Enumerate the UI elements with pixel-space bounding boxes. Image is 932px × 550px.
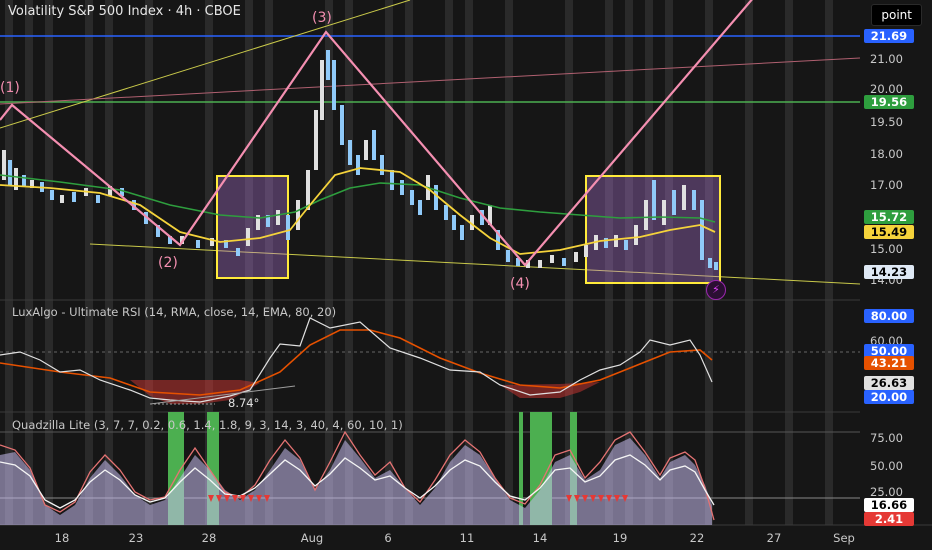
date-tick: 23 <box>128 531 144 545</box>
quad-red-badge: 2.41 <box>864 512 914 526</box>
ma-green-badge: 15.72 <box>864 210 914 224</box>
angle-label: 8.74° <box>228 396 260 410</box>
date-tick: 14 <box>532 531 548 545</box>
last-price-badge: 14.23 <box>864 265 914 279</box>
trendline-pink[interactable] <box>0 57 861 105</box>
rsi-indicator-title[interactable]: LuxAlgo - Ultimate RSI (14, RMA, close, … <box>12 305 336 319</box>
date-tick: Aug <box>300 531 324 545</box>
price-tick: 18.00 <box>870 147 903 161</box>
date-tick: 11 <box>459 531 475 545</box>
quad-tick: 75.00 <box>870 431 903 445</box>
highlight-box-left[interactable] <box>216 175 289 279</box>
wave-label-2: (2) <box>158 255 178 271</box>
date-tick: 27 <box>766 531 782 545</box>
wave-label-1: (1) <box>0 80 20 96</box>
lightning-icon[interactable]: ⚡ <box>706 280 726 300</box>
quadzilla-indicator-title[interactable]: Quadzilla Lite (3, 7, 7, 0.2, 0.6, 1.4, … <box>12 418 403 432</box>
date-tick: 19 <box>612 531 628 545</box>
chart-canvas[interactable] <box>0 0 932 550</box>
rsi-signal-badge: 43.21 <box>864 356 914 370</box>
symbol-title[interactable]: Volatility S&P 500 Index · 4h · CBOE <box>8 4 241 19</box>
rsi-overbought-badge: 80.00 <box>864 309 914 323</box>
quad-tick: 50.00 <box>870 459 903 473</box>
price-tick: 20.00 <box>870 82 903 96</box>
date-tick: 18 <box>54 531 70 545</box>
quad-white-badge: 16.66 <box>864 498 914 512</box>
point-button[interactable]: point <box>871 4 922 26</box>
price-tick: 19.50 <box>870 115 903 129</box>
rsi-oversold-badge: 20.00 <box>864 390 914 404</box>
quad-tick: 25.00 <box>870 485 903 499</box>
price-badge-19-56: 19.56 <box>864 95 914 109</box>
ma-yellow-badge: 15.49 <box>864 225 914 239</box>
wave-label-4: (4) <box>510 276 530 292</box>
price-tick: 21.00 <box>870 52 903 66</box>
date-tick: 6 <box>384 531 392 545</box>
rsi-value-badge: 26.63 <box>864 376 914 390</box>
date-tick: 22 <box>689 531 705 545</box>
wave-label-3: (3) <box>312 10 332 26</box>
price-tick: 17.00 <box>870 178 903 192</box>
date-tick: Sep <box>833 531 855 545</box>
price-badge-21-69: 21.69 <box>864 29 914 43</box>
price-tick: 15.00 <box>870 242 903 256</box>
date-tick: 28 <box>201 531 217 545</box>
